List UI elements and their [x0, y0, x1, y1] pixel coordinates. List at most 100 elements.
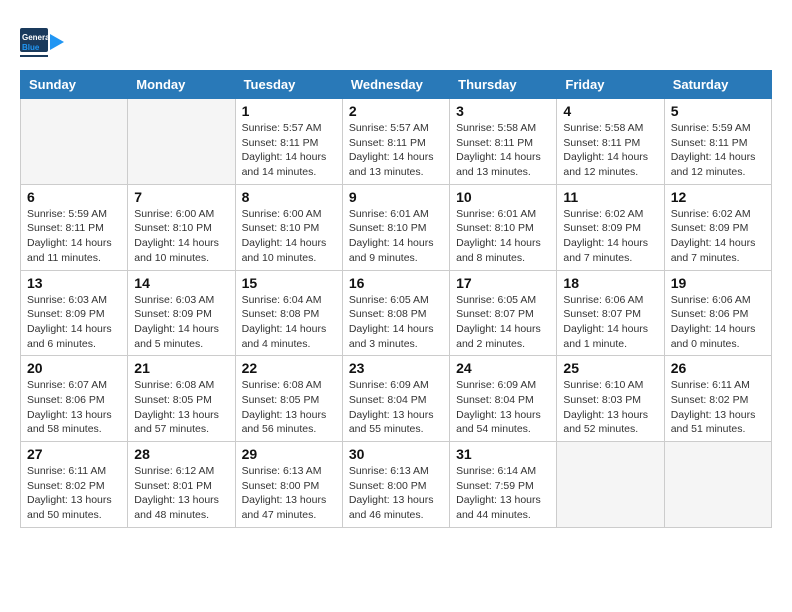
day-info: Sunrise: 6:03 AM Sunset: 8:09 PM Dayligh… — [134, 293, 228, 352]
day-number: 25 — [563, 360, 657, 376]
calendar-cell — [128, 99, 235, 185]
day-info: Sunrise: 6:01 AM Sunset: 8:10 PM Dayligh… — [456, 207, 550, 266]
day-number: 23 — [349, 360, 443, 376]
day-info: Sunrise: 6:06 AM Sunset: 8:07 PM Dayligh… — [563, 293, 657, 352]
day-info: Sunrise: 6:04 AM Sunset: 8:08 PM Dayligh… — [242, 293, 336, 352]
day-info: Sunrise: 6:12 AM Sunset: 8:01 PM Dayligh… — [134, 464, 228, 523]
day-number: 30 — [349, 446, 443, 462]
day-number: 15 — [242, 275, 336, 291]
day-number: 24 — [456, 360, 550, 376]
day-header-wednesday: Wednesday — [342, 71, 449, 99]
day-header-thursday: Thursday — [450, 71, 557, 99]
calendar-cell: 14 Sunrise: 6:03 AM Sunset: 8:09 PM Dayli… — [128, 270, 235, 356]
day-number: 21 — [134, 360, 228, 376]
day-number: 28 — [134, 446, 228, 462]
calendar-cell: 24 Sunrise: 6:09 AM Sunset: 8:04 PM Dayli… — [450, 356, 557, 442]
day-header-friday: Friday — [557, 71, 664, 99]
calendar-cell — [21, 99, 128, 185]
day-info: Sunrise: 6:00 AM Sunset: 8:10 PM Dayligh… — [134, 207, 228, 266]
calendar-cell: 30Sunrise: 6:13 AM Sunset: 8:00 PM Dayli… — [342, 442, 449, 528]
svg-text:General: General — [22, 33, 52, 42]
calendar-cell — [557, 442, 664, 528]
day-number: 18 — [563, 275, 657, 291]
day-number: 20 — [27, 360, 121, 376]
page-header: General Blue — [20, 20, 772, 60]
calendar-cell: 16 Sunrise: 6:05 AM Sunset: 8:08 PM Dayli… — [342, 270, 449, 356]
day-info: Sunrise: 5:58 AM Sunset: 8:11 PM Dayligh… — [563, 121, 657, 180]
calendar-cell — [664, 442, 771, 528]
calendar-cell: 21 Sunrise: 6:08 AM Sunset: 8:05 PM Dayli… — [128, 356, 235, 442]
day-number: 8 — [242, 189, 336, 205]
day-info: Sunrise: 6:02 AM Sunset: 8:09 PM Dayligh… — [563, 207, 657, 266]
day-info: Sunrise: 5:59 AM Sunset: 8:11 PM Dayligh… — [671, 121, 765, 180]
day-info: Sunrise: 6:07 AM Sunset: 8:06 PM Dayligh… — [27, 378, 121, 437]
day-number: 5 — [671, 103, 765, 119]
day-info: Sunrise: 6:01 AM Sunset: 8:10 PM Dayligh… — [349, 207, 443, 266]
day-info: Sunrise: 6:11 AM Sunset: 8:02 PM Dayligh… — [27, 464, 121, 523]
calendar-cell: 20 Sunrise: 6:07 AM Sunset: 8:06 PM Dayli… — [21, 356, 128, 442]
calendar-cell: 27 Sunrise: 6:11 AM Sunset: 8:02 PM Dayli… — [21, 442, 128, 528]
calendar-cell: 13 Sunrise: 6:03 AM Sunset: 8:09 PM Dayli… — [21, 270, 128, 356]
calendar-cell: 15 Sunrise: 6:04 AM Sunset: 8:08 PM Dayli… — [235, 270, 342, 356]
day-info: Sunrise: 6:05 AM Sunset: 8:07 PM Dayligh… — [456, 293, 550, 352]
day-number: 7 — [134, 189, 228, 205]
day-number: 31 — [456, 446, 550, 462]
day-info: Sunrise: 5:57 AM Sunset: 8:11 PM Dayligh… — [349, 121, 443, 180]
calendar-cell: 12Sunrise: 6:02 AM Sunset: 8:09 PM Dayli… — [664, 184, 771, 270]
logo: General Blue — [20, 20, 64, 60]
calendar-cell: 4 Sunrise: 5:58 AM Sunset: 8:11 PM Daylig… — [557, 99, 664, 185]
day-number: 14 — [134, 275, 228, 291]
calendar-cell: 7 Sunrise: 6:00 AM Sunset: 8:10 PM Daylig… — [128, 184, 235, 270]
day-info: Sunrise: 6:08 AM Sunset: 8:05 PM Dayligh… — [242, 378, 336, 437]
calendar-cell: 29Sunrise: 6:13 AM Sunset: 8:00 PM Dayli… — [235, 442, 342, 528]
day-number: 4 — [563, 103, 657, 119]
day-info: Sunrise: 6:06 AM Sunset: 8:06 PM Dayligh… — [671, 293, 765, 352]
day-info: Sunrise: 6:00 AM Sunset: 8:10 PM Dayligh… — [242, 207, 336, 266]
day-info: Sunrise: 6:11 AM Sunset: 8:02 PM Dayligh… — [671, 378, 765, 437]
day-number: 9 — [349, 189, 443, 205]
calendar-cell: 9 Sunrise: 6:01 AM Sunset: 8:10 PM Daylig… — [342, 184, 449, 270]
logo-icon: General Blue — [20, 20, 64, 60]
calendar-cell: 3 Sunrise: 5:58 AM Sunset: 8:11 PM Daylig… — [450, 99, 557, 185]
day-info: Sunrise: 6:08 AM Sunset: 8:05 PM Dayligh… — [134, 378, 228, 437]
calendar-cell: 19 Sunrise: 6:06 AM Sunset: 8:06 PM Dayli… — [664, 270, 771, 356]
calendar-cell: 28 Sunrise: 6:12 AM Sunset: 8:01 PM Dayli… — [128, 442, 235, 528]
day-number: 17 — [456, 275, 550, 291]
day-number: 29 — [242, 446, 336, 462]
day-info: Sunrise: 6:02 AM Sunset: 8:09 PM Dayligh… — [671, 207, 765, 266]
day-number: 27 — [27, 446, 121, 462]
day-info: Sunrise: 6:05 AM Sunset: 8:08 PM Dayligh… — [349, 293, 443, 352]
calendar-cell: 22Sunrise: 6:08 AM Sunset: 8:05 PM Dayli… — [235, 356, 342, 442]
day-info: Sunrise: 6:03 AM Sunset: 8:09 PM Dayligh… — [27, 293, 121, 352]
day-info: Sunrise: 5:57 AM Sunset: 8:11 PM Dayligh… — [242, 121, 336, 180]
day-info: Sunrise: 6:10 AM Sunset: 8:03 PM Dayligh… — [563, 378, 657, 437]
day-info: Sunrise: 6:09 AM Sunset: 8:04 PM Dayligh… — [456, 378, 550, 437]
day-number: 19 — [671, 275, 765, 291]
day-number: 16 — [349, 275, 443, 291]
calendar-table: SundayMondayTuesdayWednesdayThursdayFrid… — [20, 70, 772, 528]
calendar-cell: 23 Sunrise: 6:09 AM Sunset: 8:04 PM Dayli… — [342, 356, 449, 442]
day-header-saturday: Saturday — [664, 71, 771, 99]
calendar-cell: 6Sunrise: 5:59 AM Sunset: 8:11 PM Daylig… — [21, 184, 128, 270]
calendar-cell: 18 Sunrise: 6:06 AM Sunset: 8:07 PM Dayli… — [557, 270, 664, 356]
calendar-cell: 1 Sunrise: 5:57 AM Sunset: 8:11 PM Daylig… — [235, 99, 342, 185]
calendar-cell: 31 Sunrise: 6:14 AM Sunset: 7:59 PM Dayli… — [450, 442, 557, 528]
day-number: 10 — [456, 189, 550, 205]
calendar-cell: 8 Sunrise: 6:00 AM Sunset: 8:10 PM Daylig… — [235, 184, 342, 270]
day-number: 13 — [27, 275, 121, 291]
day-info: Sunrise: 6:14 AM Sunset: 7:59 PM Dayligh… — [456, 464, 550, 523]
svg-text:Blue: Blue — [22, 43, 40, 52]
day-info: Sunrise: 6:09 AM Sunset: 8:04 PM Dayligh… — [349, 378, 443, 437]
day-info: Sunrise: 5:58 AM Sunset: 8:11 PM Dayligh… — [456, 121, 550, 180]
calendar-cell: 25 Sunrise: 6:10 AM Sunset: 8:03 PM Dayli… — [557, 356, 664, 442]
day-number: 2 — [349, 103, 443, 119]
calendar-cell: 10 Sunrise: 6:01 AM Sunset: 8:10 PM Dayli… — [450, 184, 557, 270]
day-number: 26 — [671, 360, 765, 376]
calendar-cell: 11Sunrise: 6:02 AM Sunset: 8:09 PM Dayli… — [557, 184, 664, 270]
calendar-cell: 17 Sunrise: 6:05 AM Sunset: 8:07 PM Dayli… — [450, 270, 557, 356]
calendar-cell: 26 Sunrise: 6:11 AM Sunset: 8:02 PM Dayli… — [664, 356, 771, 442]
day-number: 6 — [27, 189, 121, 205]
day-number: 3 — [456, 103, 550, 119]
day-number: 1 — [242, 103, 336, 119]
day-header-sunday: Sunday — [21, 71, 128, 99]
